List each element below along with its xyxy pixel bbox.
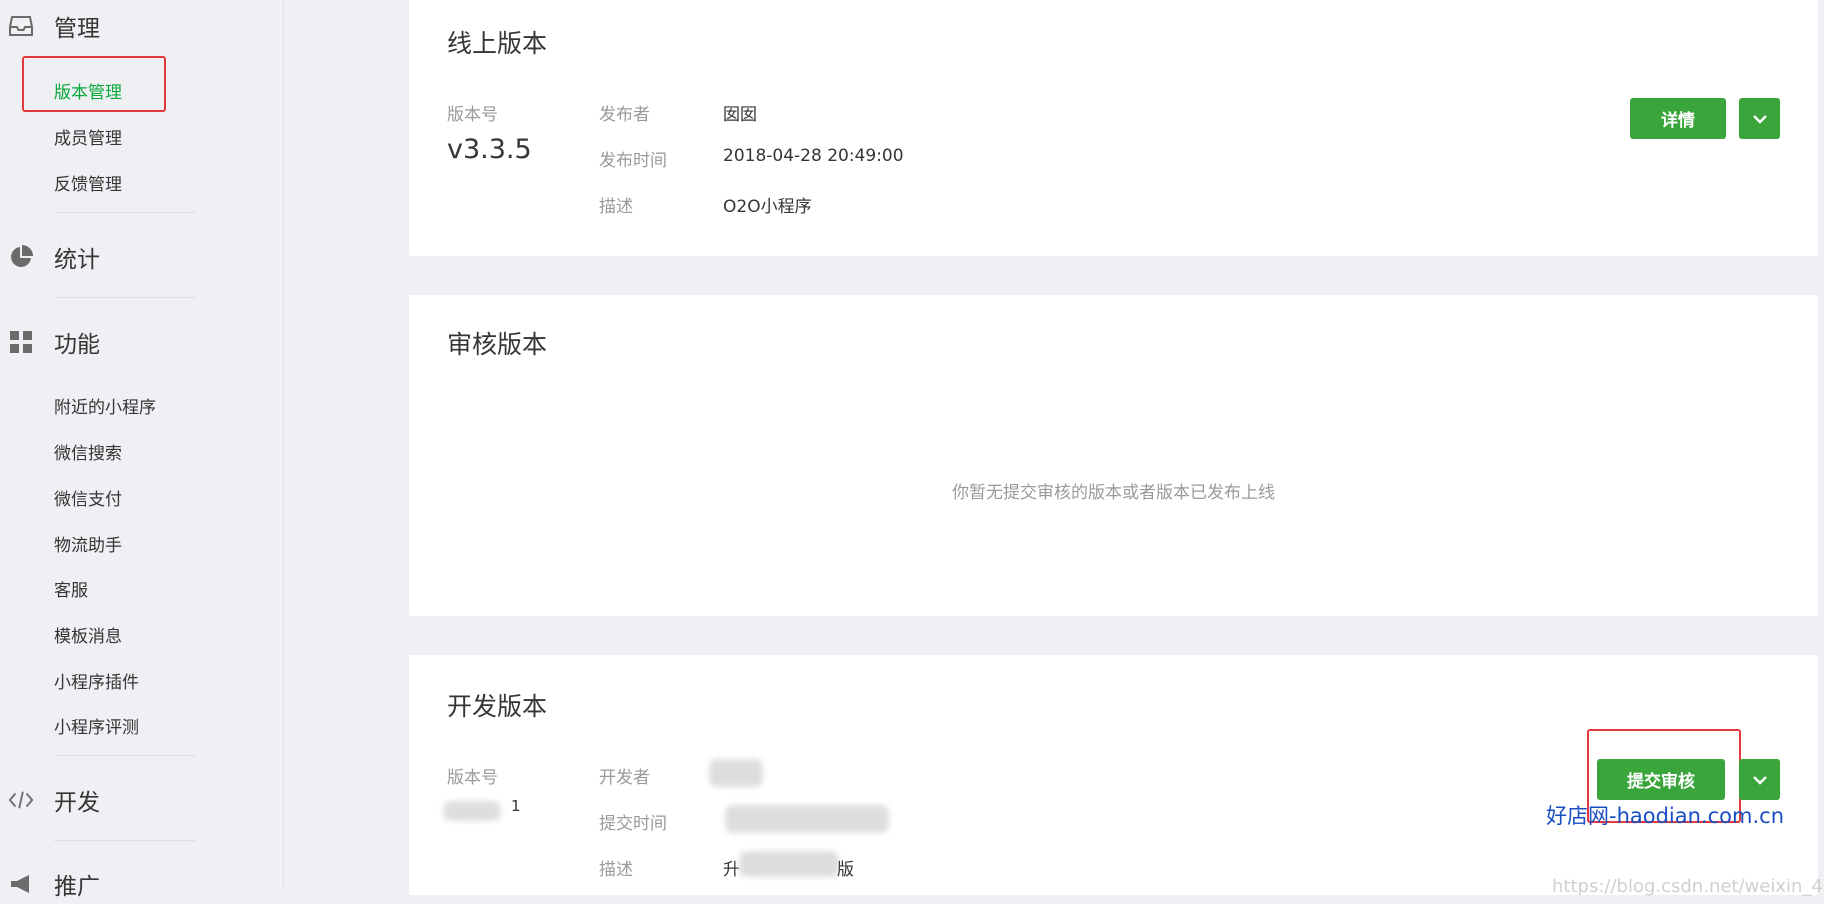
- nav-section-label: 推广: [54, 874, 100, 900]
- version-number-fragment: 1: [511, 797, 521, 815]
- panel-title: 线上版本: [447, 29, 548, 58]
- nav-section-label: 开发: [54, 790, 100, 816]
- description-suffix: 版: [837, 860, 854, 880]
- nav-section-label: 功能: [54, 332, 100, 358]
- chevron-down-icon: [1752, 770, 1768, 790]
- site-watermark: 好店网-haodian.com.cn: [1546, 804, 1785, 828]
- inbox-icon: [8, 13, 34, 39]
- blurred-version: [443, 801, 501, 821]
- description-label: 描述: [599, 860, 633, 880]
- sidebar-item-plugins[interactable]: 小程序插件: [54, 668, 139, 693]
- panel-title: 开发版本: [447, 692, 548, 721]
- description-prefix: 升: [723, 860, 740, 880]
- sidebar-divider: [54, 212, 195, 213]
- version-number: v3.3.5: [447, 134, 532, 165]
- version-number-label: 版本号: [447, 105, 498, 125]
- blog-watermark: https://blog.csdn.net/weixin_4: [1552, 876, 1823, 897]
- version-number-label: 版本号: [447, 768, 498, 788]
- sidebar-item-feedback-manage[interactable]: 反馈管理: [54, 170, 122, 195]
- nav-section-label: 管理: [54, 16, 100, 42]
- sidebar-item-nearby-miniprogram[interactable]: 附近的小程序: [54, 393, 156, 418]
- pie-chart-icon: [8, 244, 34, 270]
- developer-label: 开发者: [599, 768, 650, 788]
- sidebar-item-customer-service[interactable]: 客服: [54, 576, 88, 601]
- publisher-value: 囡囡: [723, 105, 757, 125]
- online-version-panel: 线上版本 版本号 v3.3.5 发布者 囡囡 发布时间 2018-04-28 2…: [409, 0, 1818, 256]
- dev-version-panel: 开发版本 版本号 1 开发者 提交时间 描述 升 版 提交审核: [409, 655, 1818, 895]
- sidebar-item-logistics[interactable]: 物流助手: [54, 531, 122, 556]
- sidebar: 管理 版本管理 成员管理 反馈管理 统计 功能 附近的小程序 微信搜索 微信支付…: [0, 0, 284, 900]
- megaphone-icon: [8, 871, 34, 897]
- publish-time-value: 2018-04-28 20:49:00: [723, 146, 904, 166]
- panel-title: 审核版本: [447, 330, 548, 359]
- blurred-developer: [709, 759, 763, 787]
- submit-review-button[interactable]: 提交审核: [1597, 759, 1725, 800]
- sidebar-divider: [54, 297, 195, 298]
- blurred-description: [739, 851, 839, 877]
- review-version-panel: 审核版本 你暂无提交审核的版本或者版本已发布上线: [409, 295, 1818, 616]
- blurred-submit-time: [725, 805, 889, 833]
- sidebar-item-wechat-search[interactable]: 微信搜索: [54, 439, 122, 464]
- sidebar-item-evaluation[interactable]: 小程序评测: [54, 713, 139, 738]
- grid-icon: [8, 329, 34, 355]
- more-dropdown-button[interactable]: [1739, 759, 1780, 800]
- chevron-down-icon: [1752, 109, 1768, 129]
- empty-state-text: 你暂无提交审核的版本或者版本已发布上线: [952, 483, 1275, 503]
- sidebar-divider: [54, 840, 195, 841]
- more-dropdown-button[interactable]: [1739, 98, 1780, 139]
- publisher-label: 发布者: [599, 105, 650, 125]
- submit-time-label: 提交时间: [599, 814, 667, 834]
- sidebar-item-member-manage[interactable]: 成员管理: [54, 124, 122, 149]
- nav-section-label: 统计: [54, 247, 100, 273]
- detail-button[interactable]: 详情: [1630, 98, 1726, 139]
- publish-time-label: 发布时间: [599, 151, 667, 171]
- description-value: O2O小程序: [723, 197, 812, 217]
- sidebar-item-version-manage[interactable]: 版本管理: [54, 78, 122, 103]
- description-label: 描述: [599, 197, 633, 217]
- sidebar-item-template-message[interactable]: 模板消息: [54, 622, 122, 647]
- sidebar-divider: [54, 755, 195, 756]
- code-icon: [8, 787, 34, 813]
- sidebar-item-wechat-pay[interactable]: 微信支付: [54, 485, 122, 510]
